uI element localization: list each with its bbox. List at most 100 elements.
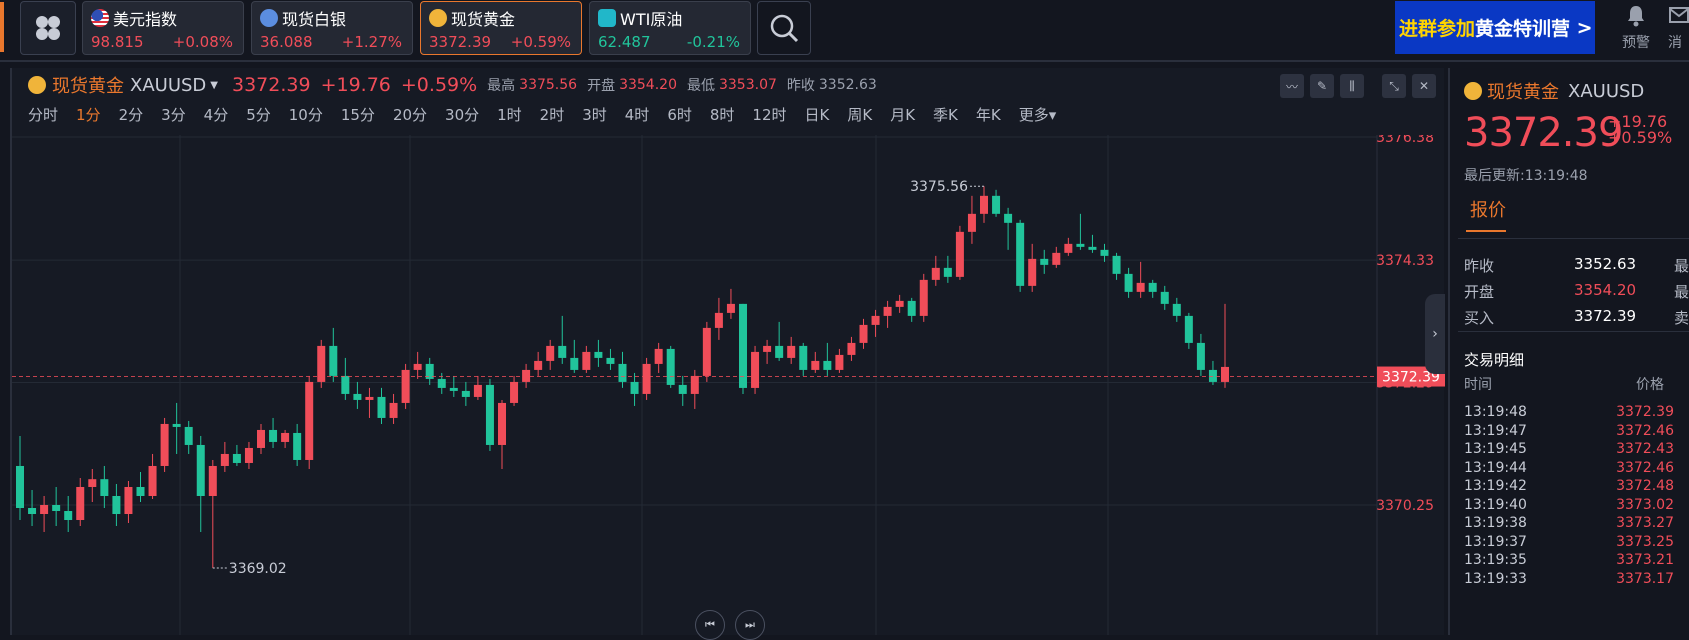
candlestick-chart[interactable]: 3376.383374.333372.293370.253372.393375.… <box>12 130 1446 635</box>
candle-body <box>1064 243 1073 253</box>
ticker-change: -0.21% <box>686 33 740 51</box>
close-button[interactable]: ✕ <box>1412 74 1436 98</box>
period-tab[interactable]: 月K <box>890 104 915 126</box>
scroll-end-button[interactable]: ⏭ <box>735 610 765 640</box>
scroll-start-button[interactable]: ⏮ <box>695 610 725 640</box>
search-button[interactable] <box>757 1 811 55</box>
min-price-label: 3369.02 <box>229 561 287 577</box>
symbol-name[interactable]: 现货黄金 <box>52 72 124 98</box>
candle-body <box>546 345 555 361</box>
candle-body <box>485 384 494 445</box>
candle-type-button[interactable]: ⫼ <box>1340 74 1364 98</box>
candle-body <box>1088 246 1097 250</box>
candle-body <box>1016 222 1025 286</box>
quote-value-prev: 3352.63 <box>1574 255 1637 273</box>
trade-time: 13:19:45 <box>1464 441 1527 457</box>
ticker-change: +0.08% <box>172 33 233 51</box>
candle-body <box>112 495 121 515</box>
message-button[interactable]: 消 <box>1668 4 1689 52</box>
trade-row: 13:19:40 3373.02 <box>1464 497 1674 517</box>
symbol-dropdown-icon[interactable]: ▼ <box>210 80 218 91</box>
trade-price: 3373.17 <box>1616 570 1674 587</box>
trade-price: 3373.27 <box>1616 515 1674 531</box>
banner-arrow: > <box>1576 16 1593 39</box>
candle-body <box>401 369 410 403</box>
period-tab[interactable]: 季K <box>933 104 958 126</box>
low-value: 3353.07 <box>718 77 777 93</box>
period-tab[interactable]: 1分 <box>76 104 101 126</box>
period-tab[interactable]: 4时 <box>625 104 650 126</box>
divider <box>1458 331 1689 332</box>
period-tab[interactable]: 15分 <box>341 104 375 126</box>
low-label: 最低 <box>686 78 715 94</box>
candle-body <box>1160 291 1169 304</box>
period-tab[interactable]: 4分 <box>204 104 229 126</box>
col-time-header: 时间 <box>1464 377 1492 393</box>
sidebar-edge <box>0 2 4 52</box>
ticker-wti-oil[interactable]: WTI原油 62.487 -0.21% <box>589 1 751 55</box>
ticker-price: 3372.39 <box>429 33 492 51</box>
y-tick-label: 3374.33 <box>1376 253 1434 269</box>
period-tab[interactable]: 年K <box>976 104 1001 126</box>
message-label: 消 <box>1668 35 1682 51</box>
ticker-usd-index[interactable]: 美元指数 98.815 +0.08% <box>82 1 244 55</box>
period-tab[interactable]: 日K <box>805 104 830 126</box>
period-tab[interactable]: 周K <box>847 104 872 126</box>
candle-body <box>365 396 374 400</box>
search-icon <box>770 14 799 43</box>
period-tab[interactable]: 3分 <box>161 104 186 126</box>
trade-row: 13:19:42 3372.48 <box>1464 478 1674 498</box>
collapse-panel-button[interactable]: › <box>1425 294 1445 374</box>
alert-button[interactable]: 预警 <box>1616 4 1656 52</box>
chart-panel: 现货黄金 XAUUSD ▼ 3372.39 +19.76 +0.59% 最高 3… <box>10 68 1446 635</box>
close-icon: ✕ <box>1418 79 1430 93</box>
candle-body <box>377 396 386 418</box>
trade-row: 13:19:33 3373.17 <box>1464 571 1674 591</box>
period-tab[interactable]: 6时 <box>667 104 692 126</box>
candle-body <box>967 213 976 232</box>
candle-body <box>160 423 169 466</box>
indicator-tool-button[interactable]: 〰 <box>1280 74 1304 98</box>
prev-close-label: 昨收 <box>786 78 815 94</box>
candle-body <box>739 303 747 388</box>
period-tab[interactable]: 30分 <box>445 104 479 126</box>
shrink-button[interactable]: ⤡ <box>1382 74 1406 98</box>
candle-body <box>1076 243 1085 247</box>
candle-body <box>329 345 338 376</box>
gold-icon <box>429 9 447 27</box>
candle-body <box>871 315 880 325</box>
period-tab[interactable]: 分时 <box>28 104 58 126</box>
ticker-silver[interactable]: 现货白银 36.088 +1.27% <box>251 1 413 55</box>
period-tab[interactable]: 12时 <box>752 104 786 126</box>
trade-time: 13:19:40 <box>1464 496 1527 513</box>
trade-row: 13:19:35 3373.21 <box>1464 552 1674 572</box>
period-tab[interactable]: 1时 <box>497 104 522 126</box>
period-tab[interactable]: 5分 <box>246 104 271 126</box>
trade-price: 3373.02 <box>1616 496 1674 513</box>
tab-quote[interactable]: 报价 <box>1470 196 1506 222</box>
period-tab[interactable]: 8时 <box>710 104 735 126</box>
period-tab[interactable]: 2分 <box>119 104 144 126</box>
apps-button[interactable] <box>20 1 76 55</box>
trade-row: 13:19:47 3372.46 <box>1464 423 1674 443</box>
candle-body <box>1052 252 1061 265</box>
header-change: +19.76 <box>320 74 391 96</box>
candle-body <box>461 390 470 397</box>
period-tab[interactable]: 2时 <box>540 104 565 126</box>
period-tab[interactable]: 20分 <box>393 104 427 126</box>
trade-time: 13:19:35 <box>1464 552 1527 568</box>
ticker-change: +0.59% <box>510 33 571 51</box>
period-tab[interactable]: 3时 <box>582 104 607 126</box>
period-tab[interactable]: 更多▾ <box>1019 104 1057 126</box>
promo-banner[interactable]: 进群参加 黄金特训营 > <box>1395 1 1595 54</box>
candle-body <box>413 363 422 370</box>
ticker-gold[interactable]: 现货黄金 3372.39 +0.59% <box>420 1 582 55</box>
quote-cut-label: 最 <box>1674 283 1689 301</box>
symbol-code[interactable]: XAUUSD <box>130 75 206 96</box>
candle-body <box>148 465 157 496</box>
candle-body <box>919 279 928 316</box>
period-tab[interactable]: 10分 <box>289 104 323 126</box>
draw-tool-button[interactable]: ✎ <box>1310 74 1334 98</box>
candle-body <box>522 369 531 382</box>
candle-body <box>244 447 253 463</box>
